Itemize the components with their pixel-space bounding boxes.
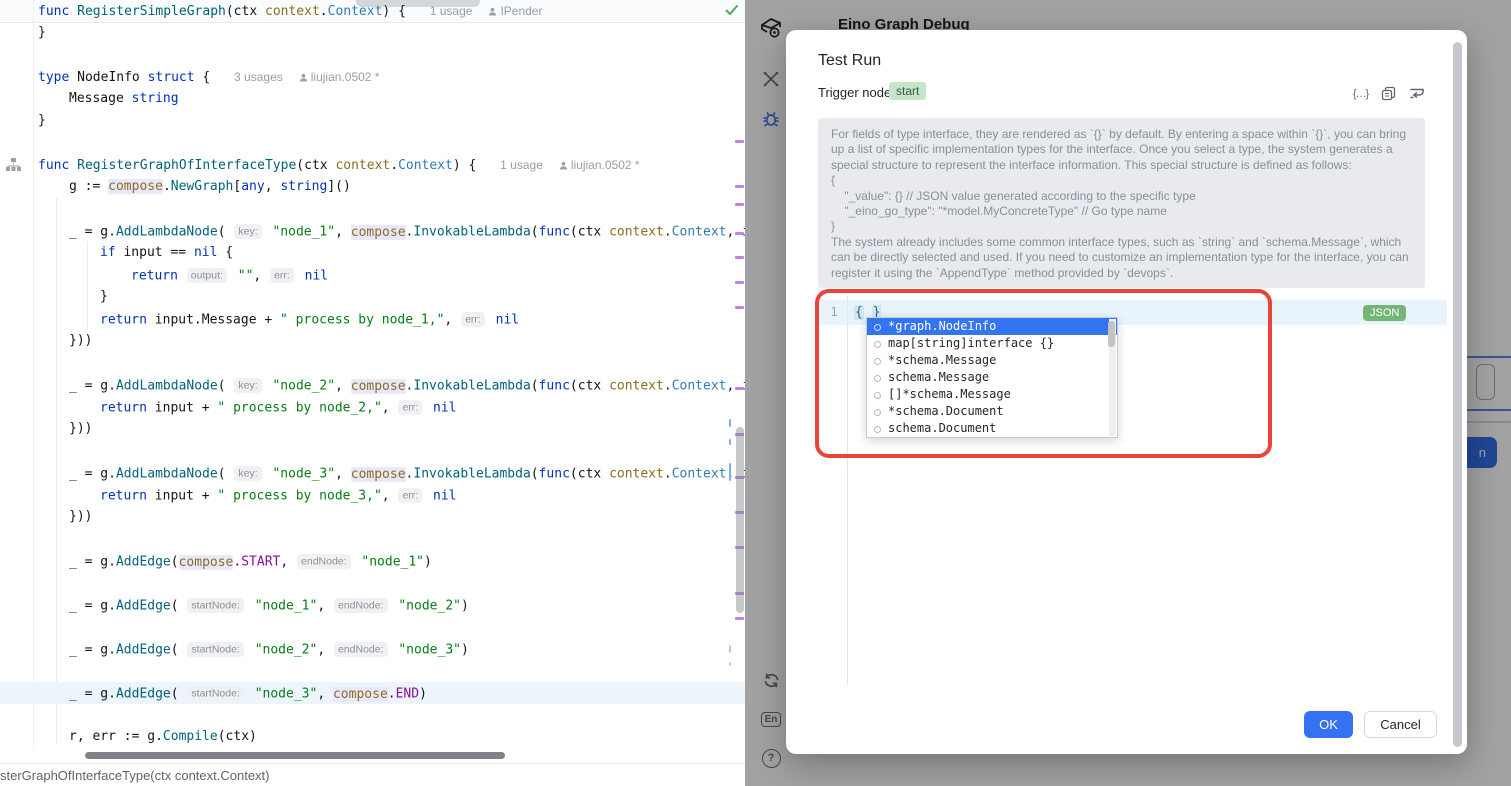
code-line[interactable]: _ = g.AddEdge(compose.START, endNode: "n… — [69, 550, 432, 572]
dialog-scrollbar[interactable] — [1453, 42, 1462, 747]
code-line[interactable]: r, err := g.Compile(ctx) — [69, 726, 257, 748]
vcs-change-marker — [735, 203, 744, 206]
dropdown-item[interactable]: *schema.Document — [867, 403, 1117, 420]
code-lines[interactable]: func RegisterSimpleGraph(ctx context.Con… — [0, 0, 745, 750]
code-line[interactable]: _ = g.AddLambdaNode( key: "node_2", comp… — [69, 374, 746, 396]
trigger-node-badge: start — [889, 82, 926, 100]
type-suggestion-dropdown[interactable]: *graph.NodeInfomap[string]interface {}*s… — [866, 317, 1118, 438]
code-line[interactable]: Message string — [69, 88, 179, 110]
trigger-node-label: Trigger node — [818, 85, 891, 100]
code-line[interactable]: return input + " process by node_3,", er… — [100, 484, 457, 506]
horizontal-scrollbar[interactable] — [85, 752, 505, 759]
ok-button[interactable]: OK — [1304, 711, 1353, 738]
vcs-change-marker — [735, 256, 744, 259]
graph-gutter-icon[interactable] — [6, 158, 22, 172]
dropdown-item[interactable]: schema.Message — [867, 369, 1117, 386]
code-line[interactable]: _ = g.AddEdge( startNode: "node_2", endN… — [69, 638, 469, 660]
app-window: func RegisterSimpleGraph(ctx context.Con… — [0, 0, 1511, 786]
vcs-change-marker — [735, 232, 744, 235]
line-number: 1 — [825, 300, 843, 325]
copy-icon[interactable] — [1380, 85, 1397, 102]
open-brace: { — [854, 305, 864, 320]
dialog-title: Test Run — [818, 52, 881, 70]
caret-marker — [729, 439, 731, 445]
braces-icon[interactable]: {…} — [1352, 85, 1369, 102]
gutter-marker — [729, 662, 731, 666]
vcs-change-marker — [735, 617, 744, 620]
code-line[interactable]: return input + " process by node_2,", er… — [100, 396, 457, 418]
dropdown-item[interactable]: []*schema.Message — [867, 386, 1117, 403]
code-line[interactable]: func RegisterGraphOfInterfaceType(ctx co… — [38, 154, 640, 176]
code-line[interactable]: func RegisterSimpleGraph(ctx context.Con… — [38, 0, 542, 22]
interface-help-text: For fields of type interface, they are r… — [818, 118, 1425, 288]
vcs-change-marker — [735, 185, 744, 188]
dropdown-item[interactable]: *schema.Message — [867, 352, 1117, 369]
code-line[interactable]: if input == nil { — [100, 242, 233, 264]
dropdown-item[interactable]: schema.Document — [867, 420, 1117, 437]
braces-glyph: {…} — [1353, 88, 1368, 100]
json-input-editor[interactable]: 1 { } JSON *graph.NodeInfomap[string]int… — [818, 290, 1447, 688]
vcs-change-marker — [735, 306, 744, 309]
code-line[interactable]: _ = g.AddEdge( startNode: "node_1", endN… — [69, 594, 469, 616]
caret-marker — [729, 463, 731, 481]
wrap-arrow-icon[interactable] — [1408, 85, 1425, 102]
code-line[interactable]: })) — [69, 506, 92, 528]
code-line[interactable]: type NodeInfo struct { 3 usagesliujian.0… — [38, 66, 379, 88]
code-line[interactable]: _ = g.AddLambdaNode( key: "node_1", comp… — [69, 220, 746, 242]
code-line[interactable]: })) — [69, 330, 92, 352]
caret-marker — [729, 419, 731, 427]
code-line[interactable]: _ = g.AddEdge( startNode: "node_3", comp… — [69, 682, 427, 704]
breadcrumb-bar: sterGraphOfInterfaceType(ctx context.Con… — [0, 763, 745, 786]
dropdown-scrollbar[interactable] — [1109, 319, 1116, 436]
code-line[interactable]: } — [38, 110, 46, 132]
code-line[interactable]: } — [38, 22, 46, 44]
language-badge: JSON — [1363, 305, 1406, 321]
vcs-change-marker — [735, 281, 744, 284]
test-run-dialog: Test Run Trigger node start {…} For fiel… — [786, 30, 1467, 754]
gutter-marker — [729, 645, 731, 653]
vertical-scrollbar[interactable] — [736, 427, 744, 613]
inspections-ok-checkmark-icon[interactable] — [724, 2, 742, 20]
code-line[interactable]: return output: "", err: nil — [131, 264, 328, 286]
code-line[interactable]: })) — [69, 418, 92, 440]
code-line[interactable]: _ = g.AddLambdaNode( key: "node_3", comp… — [69, 462, 746, 484]
dropdown-item[interactable]: *graph.NodeInfo — [867, 318, 1117, 335]
breadcrumb[interactable]: sterGraphOfInterfaceType(ctx context.Con… — [0, 768, 270, 783]
vcs-change-marker — [735, 387, 744, 390]
code-editor-pane[interactable]: func RegisterSimpleGraph(ctx context.Con… — [0, 0, 746, 786]
code-line[interactable]: return input.Message + " process by node… — [100, 308, 519, 330]
code-line[interactable]: } — [100, 286, 108, 308]
editor-gutter-separator — [847, 296, 848, 686]
dropdown-item[interactable]: map[string]interface {} — [867, 335, 1117, 352]
cancel-button[interactable]: Cancel — [1364, 711, 1437, 738]
code-line[interactable]: g := compose.NewGraph[any, string]() — [69, 176, 351, 198]
vcs-change-marker — [735, 140, 744, 143]
